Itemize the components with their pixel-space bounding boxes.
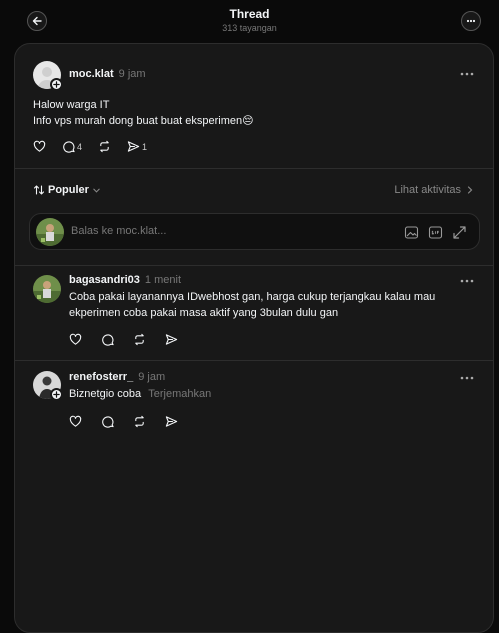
comment-text-line: Coba pakai layanannya IDwebhost gan, har… [69,291,436,303]
comment-text: Biznetgio coba Terjemahkan [69,386,211,402]
post-time: 9 jam [118,68,146,80]
comment-button[interactable] [101,333,114,346]
thread-panel: moc.klat 9 jam Halow warga IT Info vps mu… [14,43,494,633]
divider [15,168,493,169]
gif-icon[interactable] [428,225,443,240]
title-block: Thread 313 tayangan [0,7,499,34]
repost-icon [100,140,109,153]
more-icon[interactable] [460,376,474,380]
activity-label: Lihat aktivitas [394,184,461,196]
like-button[interactable] [69,333,82,346]
sort-icon [33,185,45,195]
send-icon [165,416,178,427]
comment-text: Coba pakai layanannya IDwebhost gan, har… [69,289,489,321]
view-count: 313 tayangan [222,23,277,33]
repost-button[interactable] [98,140,111,153]
send-icon [165,334,178,345]
comment-icon [102,334,114,346]
more-icon[interactable] [460,72,474,76]
translate-link[interactable]: Terjemahkan [148,388,211,400]
post-actions: 4 1 [33,140,163,153]
comment-author: bagasandri03 1 menit [69,274,181,286]
comment-author: renefosterr_ 9 jam [69,371,165,383]
username-link[interactable]: bagasandri03 [69,274,140,286]
top-bar: Thread 313 tayangan [0,0,499,44]
divider [15,360,493,361]
post-text-line: Halow warga IT [33,99,110,111]
share-button[interactable] [165,333,178,346]
like-button[interactable] [33,140,46,153]
share-count: 1 [142,141,148,152]
avatar-photo [36,218,64,246]
comment-button[interactable] [101,415,114,428]
chevron-down-icon [93,188,100,193]
comment-actions [69,333,194,346]
expand-icon[interactable] [452,225,467,240]
divider [15,265,493,266]
username-link[interactable]: moc.klat [69,68,114,80]
avatar[interactable] [33,275,61,303]
comment-icon [63,141,75,153]
comment-time: 9 jam [138,371,166,383]
comment-text-line: ekperimen coba pakai masa aktif yang 3bu… [69,307,339,319]
post-text-line: Info vps murah dong buat buat eksperimen… [33,115,254,127]
comment-text-line: Biznetgio coba [69,388,142,400]
comment-actions [69,415,194,428]
plus-icon [53,391,60,398]
share-button[interactable]: 1 [127,140,147,153]
username-link[interactable]: renefosterr_ [69,371,133,383]
comment-button[interactable]: 4 [62,140,82,153]
repost-button[interactable] [133,415,146,428]
heart-icon [69,333,82,345]
page-title: Thread [229,7,270,21]
follow-button[interactable] [50,78,63,91]
repost-icon [135,415,144,428]
heart-icon [33,140,46,152]
post-author: moc.klat 9 jam [69,68,146,80]
chevron-right-icon [467,186,473,194]
post-text: Halow warga IT Info vps murah dong buat … [33,97,254,129]
image-icon[interactable] [404,225,419,240]
like-button[interactable] [69,415,82,428]
repost-button[interactable] [133,333,146,346]
reply-input[interactable]: Balas ke moc.klat... [29,213,480,250]
follow-button[interactable] [50,388,63,401]
avatar [36,218,64,246]
comment-time: 1 menit [144,274,181,286]
avatar-photo [33,275,61,303]
sort-dropdown[interactable]: Populer [33,184,101,196]
heart-icon [69,415,82,427]
share-button[interactable] [165,415,178,428]
comment-count: 4 [77,141,83,152]
sort-label: Populer [48,184,89,196]
thread-options-button[interactable] [461,11,481,31]
comment-icon [102,416,114,428]
more-icon[interactable] [460,279,474,283]
plus-icon [53,81,60,88]
repost-icon [135,333,144,346]
send-icon [127,141,140,152]
more-icon [466,19,476,23]
view-activity-link[interactable]: Lihat aktivitas [394,184,475,196]
reply-placeholder: Balas ke moc.klat... [71,225,167,237]
